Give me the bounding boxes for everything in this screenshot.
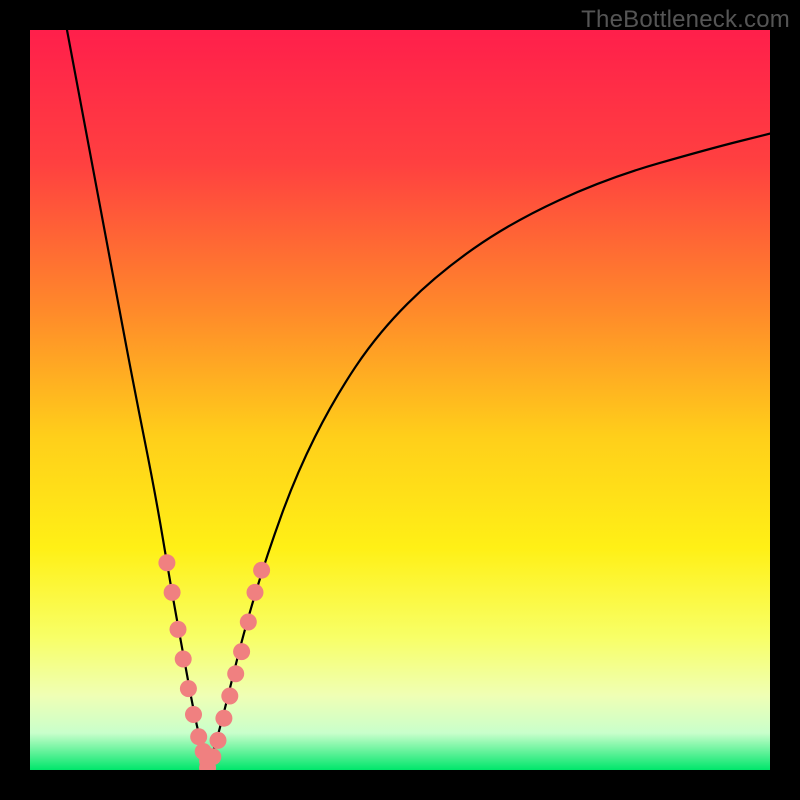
gradient-background xyxy=(30,30,770,770)
curve-marker xyxy=(180,680,197,697)
curve-marker xyxy=(190,728,207,745)
curve-marker xyxy=(247,584,264,601)
curve-marker xyxy=(164,584,181,601)
curve-marker xyxy=(233,643,250,660)
curve-marker xyxy=(210,732,227,749)
watermark-text: TheBottleneck.com xyxy=(581,6,790,34)
plot-area xyxy=(30,30,770,770)
curve-marker xyxy=(227,665,244,682)
curve-marker xyxy=(204,748,221,765)
curve-marker xyxy=(253,562,270,579)
curve-marker xyxy=(158,554,175,571)
curve-marker xyxy=(240,614,257,631)
outer-frame: TheBottleneck.com xyxy=(0,0,800,800)
curve-marker xyxy=(215,710,232,727)
plot-svg xyxy=(30,30,770,770)
curve-marker xyxy=(175,651,192,668)
curve-marker xyxy=(221,688,238,705)
curve-marker xyxy=(170,621,187,638)
curve-marker xyxy=(185,706,202,723)
